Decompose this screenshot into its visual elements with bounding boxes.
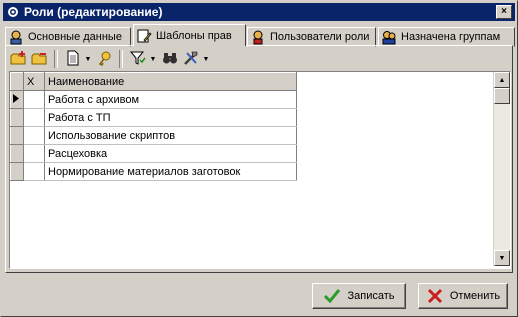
cancel-button[interactable]: Отменить [418, 283, 508, 309]
key-button[interactable] [95, 49, 115, 69]
row-indicator[interactable] [10, 162, 24, 181]
table-row[interactable]: Использование скриптов [10, 126, 297, 145]
row-x-cell[interactable] [23, 108, 45, 127]
row-x-cell[interactable] [23, 162, 45, 181]
save-button[interactable]: Записать [312, 283, 406, 309]
document-edit-icon [136, 28, 152, 44]
table-row[interactable]: Работа с архивом [10, 90, 297, 109]
cross-icon [426, 287, 444, 305]
column-header-name[interactable]: Наименование [44, 72, 297, 91]
grid-toolbar: ▼ ▼ ▼ [9, 48, 213, 70]
add-row-icon [10, 50, 28, 69]
rights-templates-grid: X Наименование Работа с архивом Работа с… [9, 71, 511, 269]
row-x-cell[interactable] [23, 126, 45, 145]
row-x-cell[interactable] [23, 90, 45, 109]
user-card-icon [8, 29, 24, 45]
row-x-cell[interactable] [23, 144, 45, 163]
table-row[interactable]: Нормирование материалов заготовок [10, 162, 297, 181]
filter-dropdown-arrow[interactable]: ▼ [149, 49, 157, 69]
tab-label: Назначена группам [401, 31, 501, 43]
tab-assigned-groups[interactable]: Назначена группам [378, 27, 515, 47]
scroll-up-button[interactable]: ▲ [494, 72, 510, 88]
filter-icon [129, 50, 146, 69]
row-indicator[interactable] [10, 90, 24, 109]
delete-row-icon [31, 50, 49, 69]
key-icon [97, 50, 113, 69]
tools-icon [183, 50, 199, 69]
group-icon [381, 29, 397, 45]
toolbar-separator [54, 50, 58, 68]
cancel-label: Отменить [449, 290, 501, 302]
current-row-arrow-icon [13, 93, 19, 103]
row-name-cell[interactable]: Нормирование материалов заготовок [44, 162, 297, 181]
tools-button[interactable] [181, 49, 201, 69]
grid-body: X Наименование Работа с архивом Работа с… [10, 72, 493, 266]
grid-header-row: X Наименование [10, 72, 297, 91]
document-icon [66, 50, 80, 69]
search-button[interactable] [160, 49, 180, 69]
row-indicator[interactable] [10, 108, 24, 127]
save-label: Записать [347, 290, 395, 302]
document-button[interactable] [63, 49, 83, 69]
tab-role-users[interactable]: Пользователи роли [247, 27, 376, 47]
row-indicator-header [10, 72, 24, 91]
window-title: Роли (редактирование) [24, 5, 163, 19]
toolbar-separator [119, 50, 123, 68]
add-row-button[interactable] [9, 49, 29, 69]
tab-label: Пользователи роли [270, 31, 370, 43]
row-name-cell[interactable]: Работа с ТП [44, 108, 297, 127]
row-name-cell[interactable]: Расцеховка [44, 144, 297, 163]
row-indicator[interactable] [10, 126, 24, 145]
tab-strip: Основные данные Шаблоны прав Пользовател… [5, 24, 515, 47]
row-indicator[interactable] [10, 144, 24, 163]
title-bar: Роли (редактирование) × [3, 3, 515, 21]
delete-row-button[interactable] [30, 49, 50, 69]
row-name-cell[interactable]: Работа с архивом [44, 90, 297, 109]
table-row[interactable]: Работа с ТП [10, 108, 297, 127]
filter-button[interactable] [128, 49, 148, 69]
binoculars-icon [162, 50, 178, 69]
tab-label: Основные данные [28, 31, 122, 43]
tab-rights-templates[interactable]: Шаблоны прав [133, 24, 246, 46]
dialog-window: Роли (редактирование) × Основные данные … [0, 0, 518, 317]
tab-main-data[interactable]: Основные данные [5, 27, 131, 47]
close-button[interactable]: × [496, 5, 512, 19]
tools-dropdown-arrow[interactable]: ▼ [202, 49, 210, 69]
scroll-thumb[interactable] [494, 88, 510, 104]
checkmark-icon [323, 287, 341, 305]
user-icon [250, 29, 266, 45]
gear-icon [6, 5, 20, 19]
vertical-scrollbar[interactable]: ▲ ▼ [493, 72, 510, 266]
scroll-down-button[interactable]: ▼ [494, 250, 510, 266]
document-dropdown-arrow[interactable]: ▼ [84, 49, 92, 69]
column-header-x[interactable]: X [23, 72, 45, 91]
tab-label: Шаблоны прав [156, 29, 232, 42]
row-name-cell[interactable]: Использование скриптов [44, 126, 297, 145]
table-row[interactable]: Расцеховка [10, 144, 297, 163]
